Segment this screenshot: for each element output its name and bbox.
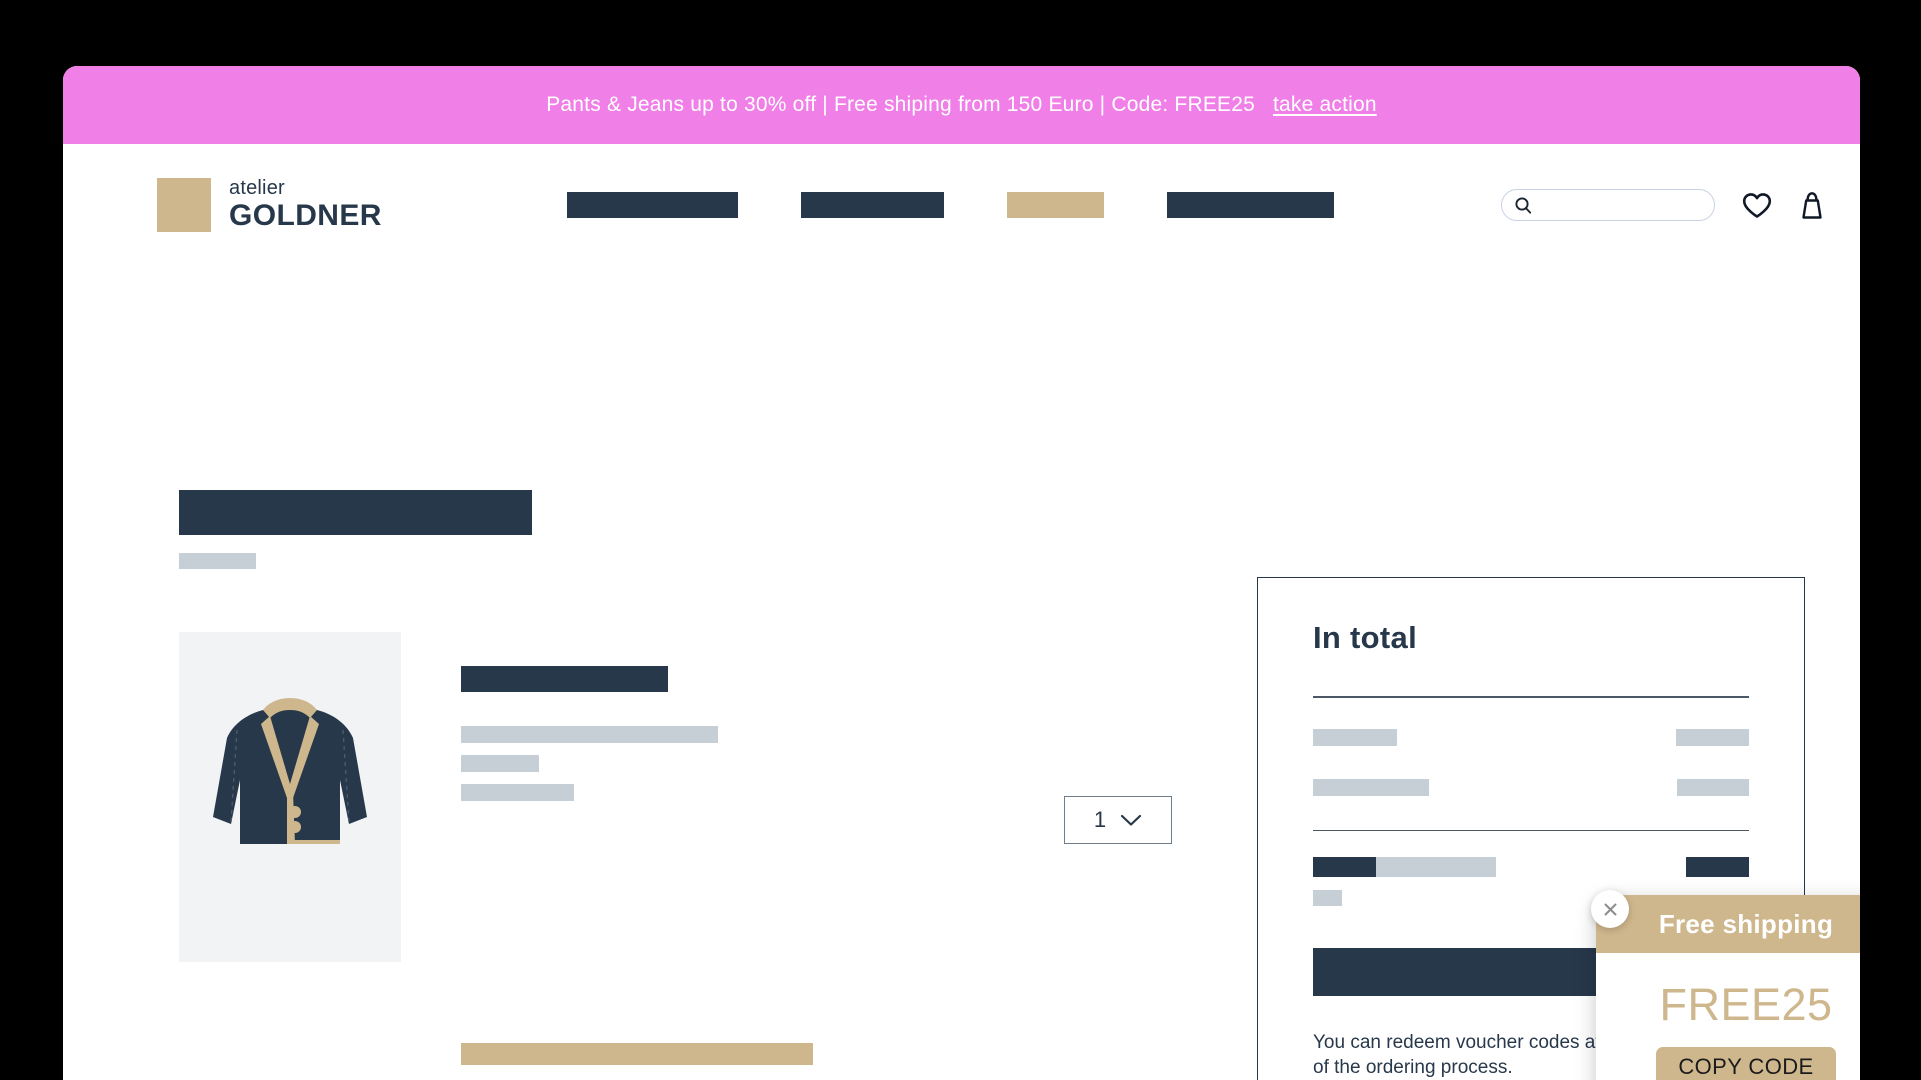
promo-banner-link[interactable]: take action	[1273, 93, 1377, 117]
main-navigation	[566, 192, 1334, 218]
summary-row-1	[1313, 728, 1749, 746]
voucher-code: FREE25	[1659, 979, 1833, 1030]
product-details	[461, 666, 718, 801]
voucher-popup: Free shipping FREE25 COPY CODE	[1596, 895, 1860, 1080]
page-title-placeholder	[179, 490, 532, 535]
chevron-down-icon	[1120, 813, 1142, 827]
product-attr-placeholder-3	[461, 784, 574, 801]
voucher-title: Free shipping	[1596, 895, 1860, 953]
copy-code-button[interactable]: COPY CODE	[1656, 1047, 1836, 1080]
logo-mark-icon	[157, 178, 211, 232]
summary-total-note-placeholder	[1313, 890, 1342, 906]
promo-banner-text: Pants & Jeans up to 30% off | Free shipi…	[546, 93, 1255, 116]
nav-item-1[interactable]	[566, 192, 738, 218]
summary-row-2	[1313, 778, 1749, 796]
logo-bottom-line: GOLDNER	[229, 198, 382, 232]
blazer-illustration-icon	[213, 698, 367, 844]
summary-label-placeholder-2	[1313, 778, 1429, 796]
quantity-value: 1	[1093, 807, 1107, 832]
product-image[interactable]	[179, 632, 401, 962]
header-actions	[1501, 189, 1825, 221]
page-subtitle-placeholder	[179, 553, 256, 569]
logo-top-line: atelier	[229, 177, 285, 199]
voucher-close-button[interactable]	[1591, 890, 1629, 928]
promo-banner: Pants & Jeans up to 30% off | Free shipi…	[63, 66, 1860, 144]
product-price-block	[461, 1043, 813, 1080]
page-title	[179, 490, 532, 569]
summary-value-placeholder-1	[1676, 728, 1749, 746]
quantity-select[interactable]: 1	[1064, 796, 1172, 844]
product-attr-placeholder-1	[461, 726, 718, 743]
logo[interactable]: atelier GOLDNER	[157, 177, 382, 232]
summary-title: In total	[1313, 620, 1417, 655]
summary-value-placeholder-2	[1677, 778, 1749, 796]
summary-total-label-group	[1313, 857, 1496, 906]
summary-total-value-placeholder	[1686, 857, 1749, 877]
summary-total-label-placeholder	[1313, 857, 1376, 877]
summary-total-sub-placeholder	[1376, 857, 1496, 877]
product-name-placeholder	[461, 666, 668, 692]
nav-item-2[interactable]	[800, 192, 944, 218]
logo-text: atelier GOLDNER	[229, 177, 382, 232]
summary-divider-top	[1313, 696, 1749, 698]
heart-icon[interactable]	[1742, 192, 1772, 219]
search-box[interactable]	[1501, 189, 1715, 221]
main-content: 1 In total You can redeem voucher codes …	[63, 266, 1860, 1080]
nav-item-3[interactable]	[1006, 192, 1104, 218]
site-header: atelier GOLDNER	[63, 144, 1860, 266]
summary-label-placeholder-1	[1313, 728, 1397, 746]
nav-item-4[interactable]	[1166, 192, 1334, 218]
product-attr-placeholder-2	[461, 755, 539, 772]
product-price-placeholder	[461, 1043, 813, 1065]
search-icon	[1514, 196, 1533, 215]
shopping-bag-icon[interactable]	[1799, 191, 1825, 220]
summary-divider-bottom	[1313, 829, 1749, 831]
close-icon	[1603, 902, 1618, 917]
summary-total-bars	[1313, 857, 1496, 877]
browser-window: Pants & Jeans up to 30% off | Free shipi…	[63, 66, 1860, 1080]
search-input[interactable]	[1533, 197, 1693, 213]
